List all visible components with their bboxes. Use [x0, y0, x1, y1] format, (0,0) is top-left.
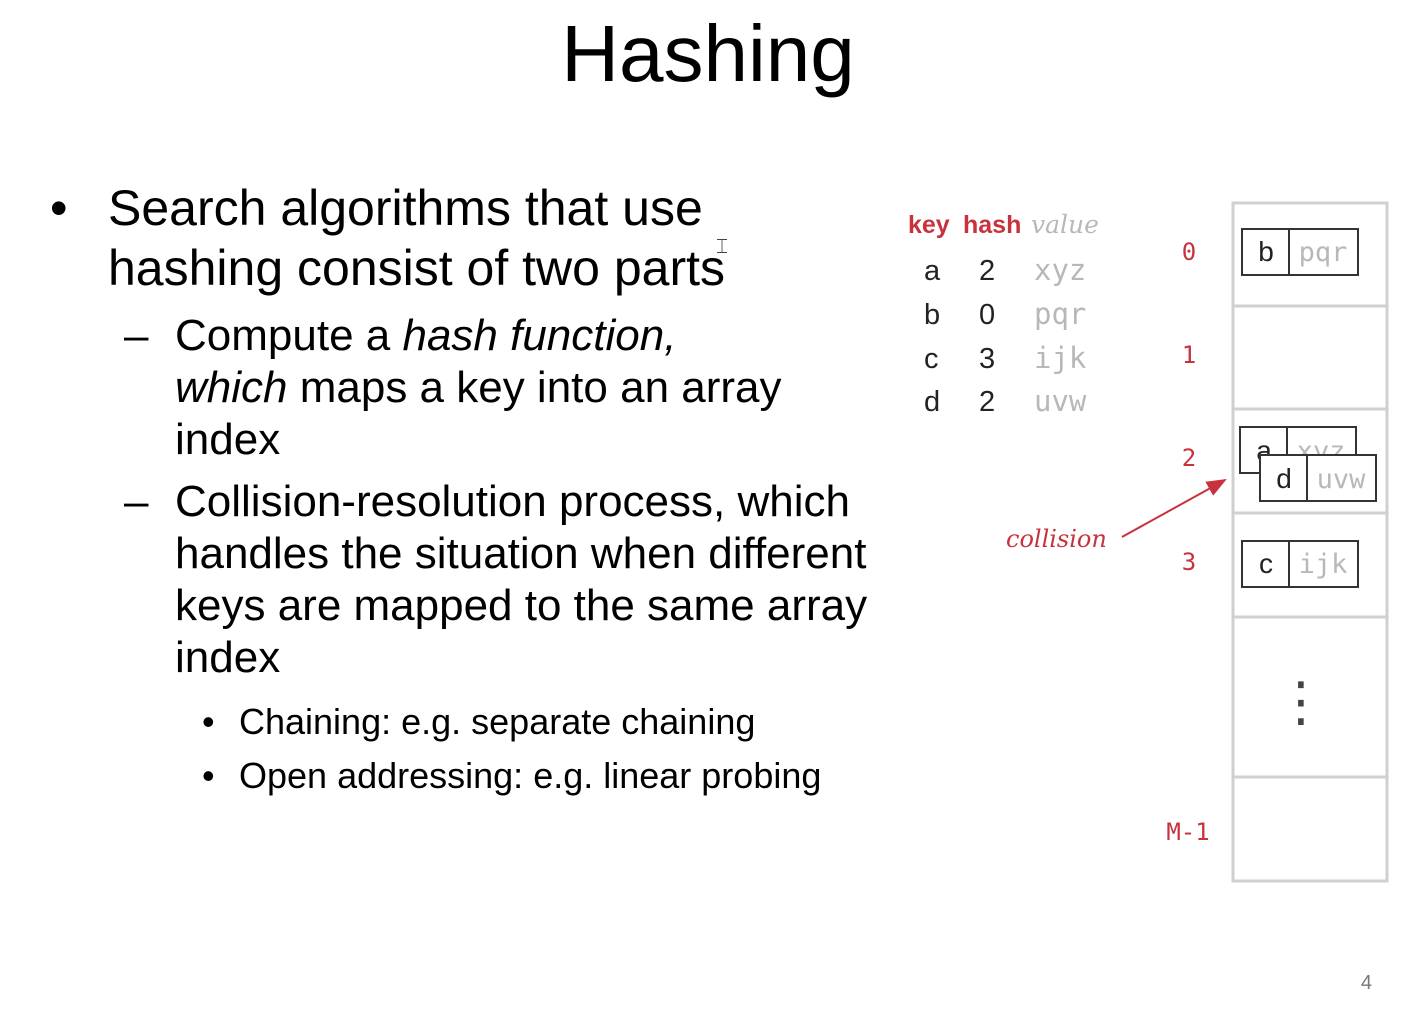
- bullet-dot: •: [202, 755, 215, 796]
- row-key: a: [924, 255, 941, 287]
- row-hash: 2: [979, 386, 995, 418]
- row-hash: 0: [979, 299, 995, 331]
- header-key: key: [908, 211, 950, 239]
- collision-arrow: [1121, 479, 1227, 538]
- row-value: xyz: [1034, 253, 1086, 287]
- sub2-text: Collision-resolution process, which hand…: [175, 477, 868, 682]
- sub1-text-a: Compute a: [175, 311, 403, 360]
- sub1-italic-a: hash function,: [402, 311, 677, 360]
- subsub-bullet-open-addressing: • Open addressing: e.g. linear probing: [50, 754, 870, 798]
- row-hash: 3: [979, 343, 995, 375]
- ellipsis-dots: ⋮: [1274, 670, 1328, 733]
- entry-value: ijk: [1299, 549, 1348, 580]
- array-index-label: 1: [1182, 341, 1196, 369]
- array-index-label: 3: [1182, 548, 1196, 576]
- entry-value: pqr: [1299, 237, 1348, 268]
- collision-label: collision: [1006, 525, 1107, 553]
- bullet-main: • Search algorithms that use hashing con…: [50, 178, 870, 298]
- sub-bullet-hash-function: – Compute a hash function, which maps a k…: [50, 310, 870, 466]
- text-cursor-icon: ⌶: [716, 234, 728, 258]
- bullet-dot: •: [50, 180, 68, 236]
- row-value: pqr: [1034, 297, 1086, 331]
- subsub1-text: Chaining: e.g. separate chaining: [239, 701, 756, 742]
- sub-bullet-collision: – Collision-resolution process, which ha…: [50, 476, 870, 684]
- entry-node-c: c ijk: [1241, 540, 1359, 588]
- entry-key: d: [1276, 463, 1292, 494]
- row-key: d: [924, 386, 940, 418]
- header-value: value: [1031, 210, 1099, 239]
- entry-value: uvw: [1317, 464, 1367, 495]
- row-value: uvw: [1034, 384, 1087, 418]
- array-index-label: 2: [1182, 444, 1196, 472]
- bullet-list: • Search algorithms that use hashing con…: [50, 178, 870, 798]
- array-index-label: M-1: [1166, 818, 1209, 846]
- header-hash: hash: [963, 211, 1021, 239]
- bullet-main-text: Search algorithms that use hashing consi…: [108, 180, 725, 296]
- slide-title: Hashing: [561, 9, 855, 98]
- sub-bullet-dash: –: [124, 311, 149, 360]
- subsub-bullet-chaining: • Chaining: e.g. separate chaining: [50, 700, 870, 744]
- row-hash: 2: [979, 255, 995, 287]
- hash-table-diagram: key hash value a 2 xyz b 0 pqr c 3 ijk d…: [908, 201, 1389, 883]
- entry-node-d: d uvw: [1259, 454, 1377, 502]
- array-index-label: 0: [1182, 238, 1196, 266]
- sub-bullet-dash: –: [124, 477, 149, 526]
- array-slot: [1231, 775, 1389, 883]
- entry-key: c: [1259, 548, 1273, 579]
- row-key: b: [924, 299, 940, 331]
- array-slot: [1231, 304, 1389, 411]
- entry-key: b: [1258, 236, 1274, 267]
- row-key: c: [924, 343, 939, 375]
- page-number: 4: [1360, 972, 1372, 994]
- bullet-dot: •: [202, 701, 215, 742]
- subsub2-text: Open addressing: e.g. linear probing: [239, 755, 822, 796]
- row-value: ijk: [1034, 341, 1087, 375]
- entry-node-b: b pqr: [1241, 228, 1359, 276]
- sub1-italic-b: which: [175, 363, 288, 412]
